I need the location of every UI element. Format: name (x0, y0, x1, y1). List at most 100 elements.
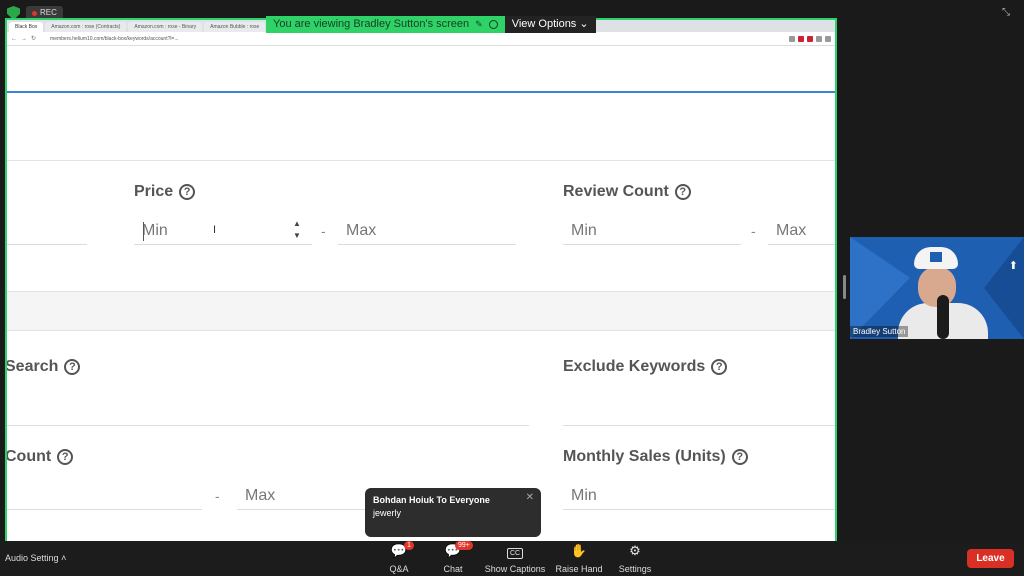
settings-button[interactable]: ⚙ Settings (600, 543, 670, 574)
count-max-placeholder: Max (245, 487, 276, 504)
price-max-input[interactable]: Max (338, 219, 516, 245)
chat-button[interactable]: 💬 99+ Chat (418, 541, 488, 574)
range-dash: - (321, 223, 326, 239)
review-count-max-input[interactable]: Max (768, 219, 835, 245)
chat-message: jewerly (373, 508, 402, 518)
browser-tab[interactable]: Amazon.com : rose - Binary (128, 22, 203, 32)
help-icon[interactable]: ? (57, 449, 74, 465)
partial-input[interactable] (7, 219, 87, 245)
browser-address-bar: ← → ↻ members.helium10.com/black-box/key… (7, 32, 835, 46)
participant-name: Bradley Sutton (850, 326, 909, 337)
section-divider (7, 160, 835, 161)
qa-badge: 1 (404, 541, 414, 550)
monthly-sales-min-input[interactable]: Min (563, 484, 835, 510)
participant-video[interactable]: ⬆ Bradley Sutton (850, 237, 1024, 339)
review-count-label: Review Count ? (563, 183, 691, 201)
count-max-input[interactable]: Max (237, 484, 367, 510)
chat-badge: 99+ (455, 541, 473, 550)
extensions-bar (789, 35, 835, 42)
back-icon[interactable]: ← (11, 36, 17, 42)
reload-icon[interactable]: ↻ (31, 35, 36, 42)
status-circle-icon (488, 20, 498, 29)
microphone-icon (937, 295, 949, 339)
review-count-min-placeholder: Min (571, 222, 597, 239)
stepper-down-icon[interactable]: ▼ (293, 231, 301, 241)
section-band (7, 291, 835, 331)
help-icon[interactable]: ? (674, 184, 691, 200)
forward-icon[interactable]: → (21, 36, 27, 42)
exclude-keywords-label-text: Exclude Keywords (563, 358, 706, 375)
monthly-sales-label: Monthly Sales (Units) ? (563, 448, 748, 466)
monthly-sales-label-text: Monthly Sales (Units) (563, 448, 726, 465)
search-label-text: Search (5, 358, 59, 375)
help-icon[interactable]: ? (711, 359, 728, 375)
view-options-button[interactable]: View Options ⌄ (504, 16, 596, 33)
background-shape (984, 237, 1024, 339)
ibeam-cursor-icon: I (213, 224, 217, 236)
chat-label: Chat (443, 564, 463, 574)
browser-tab[interactable]: Amazon.com : rose (Contracts) (45, 22, 127, 32)
profile-icon[interactable] (825, 35, 831, 42)
stepper-up-icon[interactable]: ▲ (293, 219, 301, 229)
extension-icon[interactable] (816, 35, 822, 42)
chevron-up-icon: ˄ (61, 553, 67, 563)
captions-label: Show Captions (484, 564, 546, 574)
view-options-label: View Options (511, 18, 577, 30)
shared-screen: Black Box Amazon.com : rose (Contracts) … (5, 18, 837, 543)
chat-icon: 💬 99+ (418, 541, 488, 559)
monthly-sales-min-placeholder: Min (571, 487, 597, 504)
audio-setting-label: Audio Setting (5, 553, 59, 563)
extension-icon[interactable] (789, 35, 795, 42)
viewing-message-text: You are viewing Bradley Sutton's screen (273, 18, 470, 30)
viewing-message: You are viewing Bradley Sutton's screen … (266, 16, 505, 33)
cap-logo-icon (930, 252, 942, 262)
number-stepper[interactable]: ▲ ▼ (290, 219, 304, 241)
chat-notification[interactable]: Bohdan Hoiuk To Everyone jewerly ✕ (365, 488, 541, 537)
fullscreen-icon[interactable]: ⤡ (1002, 8, 1012, 18)
count-label: Count ? (5, 448, 74, 466)
browser-tab[interactable]: Amazon Bubble : rose (204, 22, 266, 32)
url-field[interactable]: members.helium10.com/black-box/keywords/… (50, 36, 179, 42)
exclude-keywords-label: Exclude Keywords ? (563, 358, 728, 376)
header-divider (7, 91, 835, 93)
panel-resize-handle[interactable] (843, 275, 846, 299)
help-icon[interactable]: ? (731, 449, 748, 465)
price-label: Price ? (134, 183, 196, 201)
chevron-down-icon: ⌄ (579, 18, 589, 30)
gear-icon: ⚙ (629, 543, 641, 558)
zoom-meeting-window: REC ⤡ Black Box Amazon.com : rose (Contr… (0, 0, 1024, 576)
close-icon[interactable]: ✕ (526, 492, 534, 503)
extension-icon[interactable] (798, 35, 804, 42)
pin-icon[interactable]: ✎ (475, 16, 483, 33)
search-label: Search ? (5, 358, 81, 376)
price-max-placeholder: Max (346, 222, 377, 239)
range-dash: - (215, 488, 220, 504)
browser-tab[interactable]: Black Box (9, 22, 44, 32)
help-icon[interactable]: ? (64, 359, 81, 375)
screen-share-banner: You are viewing Bradley Sutton's screen … (266, 16, 596, 33)
arrow-up-icon: ⬆ (1008, 260, 1018, 272)
review-count-min-input[interactable]: Min (563, 219, 741, 245)
review-count-max-placeholder: Max (776, 222, 807, 239)
review-count-label-text: Review Count (563, 183, 669, 200)
show-captions-button[interactable]: CC Show Captions (480, 543, 550, 574)
cc-icon: CC (506, 548, 524, 559)
range-dash: - (751, 223, 756, 239)
meeting-toolbar: Audio Setting ˄ 💬 1 Q&A 💬 99+ Chat CC Show… (0, 541, 1024, 576)
record-dot-icon (32, 10, 37, 16)
extension-icon[interactable] (807, 35, 813, 42)
search-input[interactable] (7, 400, 529, 426)
chat-sender: Bohdan Hoiuk To Everyone (373, 495, 490, 505)
count-min-input[interactable] (7, 484, 202, 510)
count-label-text: Count (5, 448, 52, 465)
price-label-text: Price (134, 183, 174, 200)
captions-icon: CC (480, 543, 550, 559)
text-caret (143, 222, 144, 241)
help-icon[interactable]: ? (179, 184, 196, 200)
audio-setting-button[interactable]: Audio Setting ˄ (5, 553, 66, 563)
leave-button[interactable]: Leave (967, 549, 1014, 568)
exclude-keywords-input[interactable] (563, 400, 835, 426)
price-min-placeholder: Min (142, 222, 168, 239)
settings-label: Settings (618, 564, 652, 574)
price-min-input[interactable]: Min (134, 219, 312, 245)
